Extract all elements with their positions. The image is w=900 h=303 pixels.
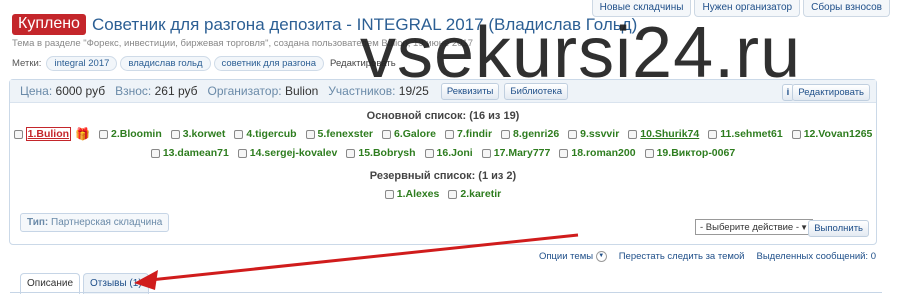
arrow-head [134,270,158,290]
red-arrow-annotation [134,233,579,290]
arrow-shaft [149,233,579,282]
